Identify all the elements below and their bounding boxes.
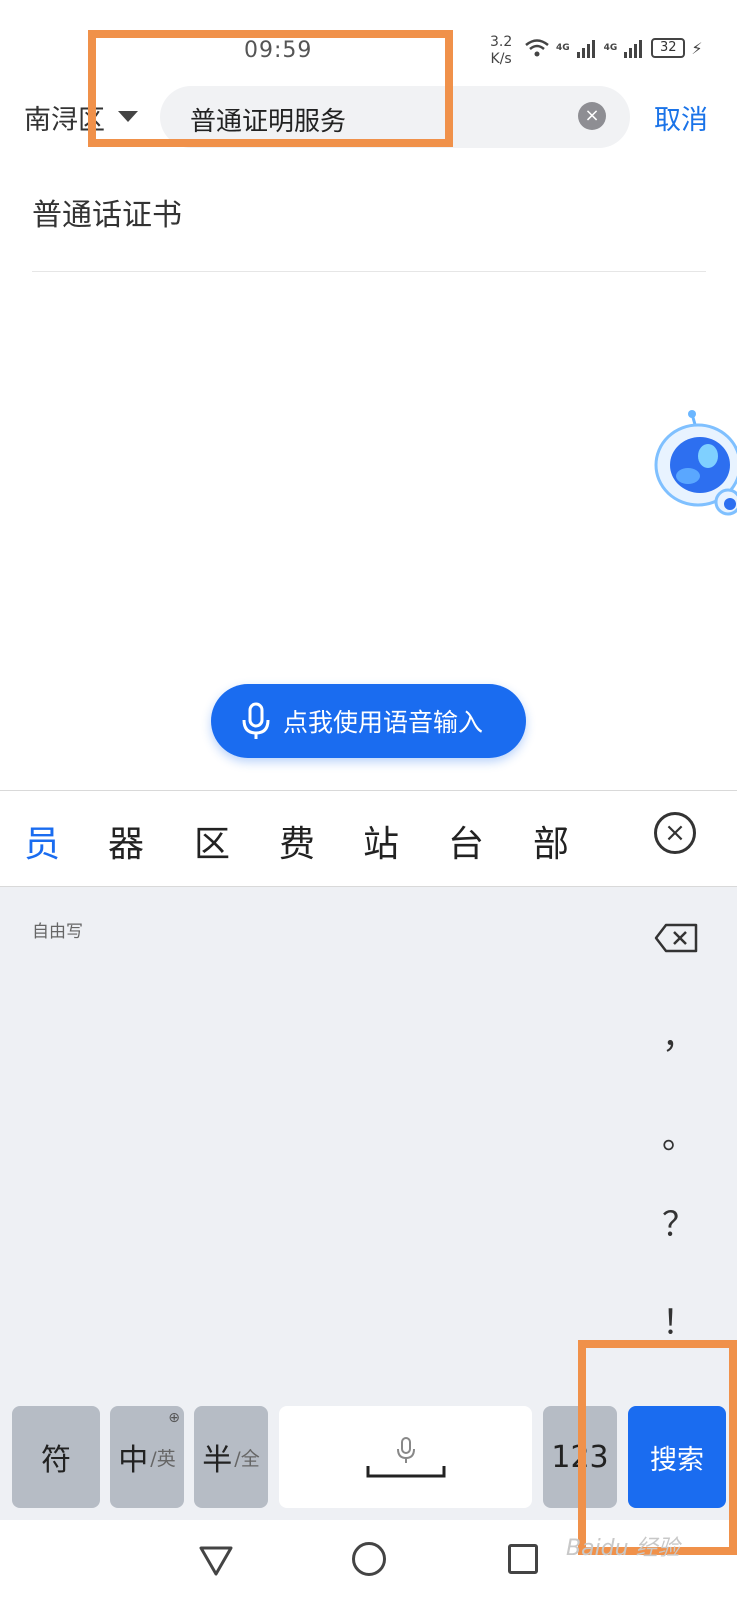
home-icon[interactable] [352, 1542, 386, 1576]
search-query[interactable]: 普通证明服务 [190, 101, 346, 138]
network-speed-unit: K/s [490, 51, 512, 67]
symbol-key-label: 符 [41, 1443, 71, 1478]
candidate-item[interactable]: 站 [363, 815, 399, 867]
chinese-label: 中 [118, 1443, 149, 1478]
search-header: 南浔区 普通证明服务 × 取消 [0, 84, 737, 150]
full-width-label: /全 [234, 1447, 260, 1470]
space-key[interactable] [279, 1406, 532, 1508]
suggestion-item[interactable]: 普通话证书 [32, 190, 706, 272]
question-key[interactable]: ？ [662, 1197, 696, 1246]
clear-icon[interactable]: × [578, 102, 606, 130]
candidate-item[interactable]: 台 [448, 815, 484, 867]
close-candidates-icon[interactable]: × [654, 812, 696, 854]
watermark: Baidu 经验 [566, 1536, 680, 1561]
search-input[interactable]: 普通证明服务 × [160, 86, 630, 148]
region-selector[interactable]: 南浔区 [24, 98, 105, 137]
comma-key[interactable]: ， [662, 1009, 696, 1058]
status-time: 09:59 [244, 38, 313, 63]
microphone-icon [242, 702, 270, 739]
numbers-key[interactable]: 123 [543, 1406, 617, 1508]
candidate-item[interactable]: 区 [194, 815, 230, 867]
cancel-button[interactable]: 取消 [654, 98, 708, 137]
globe-icon: ⊕ [168, 1410, 180, 1426]
candidate-item[interactable]: 部 [533, 815, 569, 867]
period-key[interactable]: 。 [662, 1109, 696, 1158]
numbers-key-label: 123 [551, 1439, 609, 1475]
assistant-mascot-icon[interactable] [650, 410, 737, 530]
charging-icon: ⚡ [691, 38, 703, 58]
exclamation-key[interactable]: ！ [662, 1295, 696, 1344]
recent-apps-icon[interactable] [508, 1544, 538, 1574]
suggestion-label: 普通话证书 [32, 198, 182, 233]
candidate-item[interactable]: 员 [24, 815, 60, 867]
status-bar: 09:59 3.2 K/s 4G 4G 32 ⚡ [0, 0, 737, 80]
signal-type-1: 4G [556, 43, 570, 53]
network-speed-value: 3.2 [490, 34, 513, 50]
candidate-bar: 员 器 区 费 站 台 部 × [0, 790, 737, 887]
microphone-icon [396, 1437, 415, 1463]
half-width-label: 半 [202, 1443, 233, 1478]
voice-input-label: 点我使用语音输入 [283, 708, 484, 737]
signal-icon [624, 40, 643, 58]
handwriting-label: 自由写 [32, 922, 83, 942]
signal-type-2: 4G [603, 43, 618, 53]
candidate-item[interactable]: 器 [108, 815, 144, 867]
caret-down-icon[interactable] [118, 111, 138, 122]
signal-icon [576, 40, 595, 58]
symbol-key[interactable]: 符 [12, 1406, 100, 1508]
voice-input-button[interactable]: 点我使用语音输入 [211, 684, 526, 758]
battery-icon: 32 [651, 38, 686, 58]
backspace-icon[interactable] [654, 923, 698, 953]
wifi-icon [525, 39, 549, 57]
back-icon[interactable] [198, 1542, 234, 1578]
width-switch-key[interactable]: 半/全 [194, 1406, 268, 1508]
search-key[interactable]: 搜索 [628, 1406, 726, 1508]
search-key-label: 搜索 [650, 1444, 704, 1476]
candidate-item[interactable]: 费 [279, 815, 315, 867]
english-label: /英 [150, 1447, 176, 1470]
network-speed: 3.2 K/s [490, 34, 512, 68]
space-bar-icon [366, 1466, 445, 1478]
language-switch-key[interactable]: ⊕ 中/英 [110, 1406, 184, 1508]
status-icons: 4G 4G 32 ⚡ [524, 38, 703, 58]
keyboard: 自由写 ， 。 ？ ！ 符 ⊕ 中/英 半/全 123 搜索 [0, 887, 737, 1520]
